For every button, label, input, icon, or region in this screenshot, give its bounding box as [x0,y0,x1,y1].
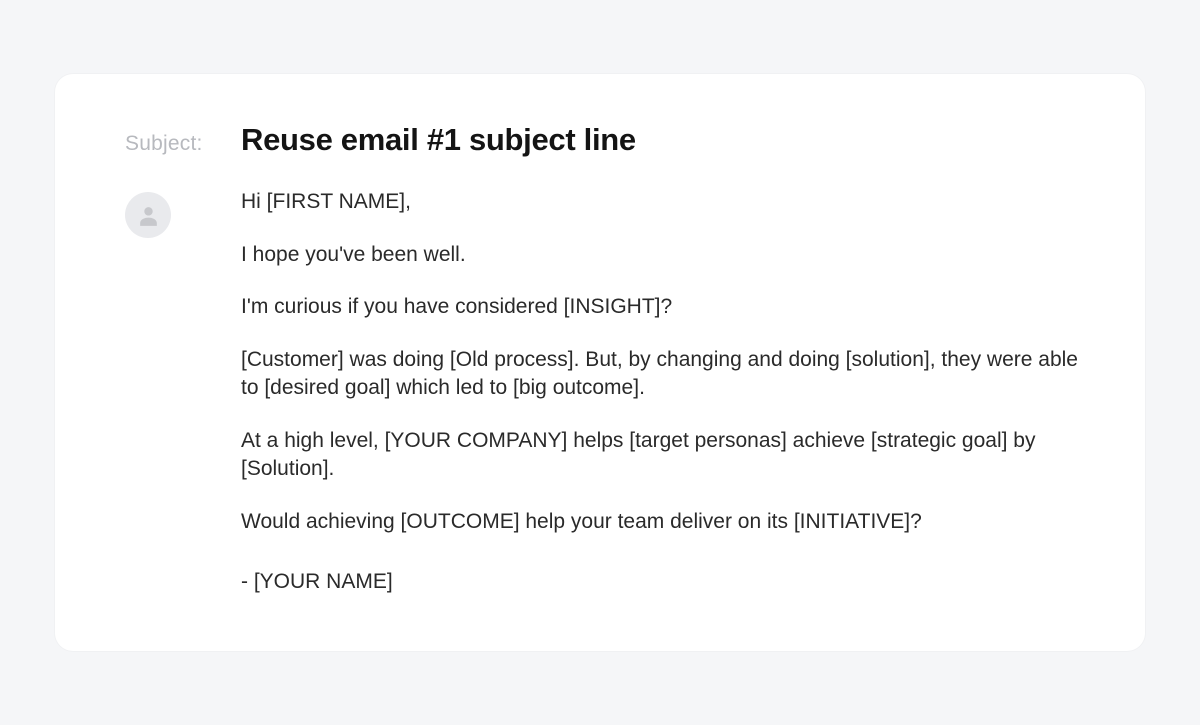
email-body: Hi [FIRST NAME], I hope you've been well… [241,188,1089,597]
body-row: Hi [FIRST NAME], I hope you've been well… [125,188,1089,597]
paragraph-2: I'm curious if you have considered [INSI… [241,293,1089,322]
email-card: Subject: Reuse email #1 subject line Hi … [55,74,1145,651]
greeting: Hi [FIRST NAME], [241,188,1089,217]
paragraph-3: [Customer] was doing [Old process]. But,… [241,346,1089,403]
person-icon [136,203,161,228]
subject-label: Subject: [125,132,215,156]
avatar [125,192,171,238]
signature-gap [241,560,1089,568]
paragraph-4: At a high level, [YOUR COMPANY] helps [t… [241,427,1089,484]
subject-row: Subject: Reuse email #1 subject line [125,122,1089,158]
signature: - [YOUR NAME] [241,568,1089,597]
avatar-column [125,188,225,597]
paragraph-5: Would achieving [OUTCOME] help your team… [241,508,1089,537]
subject-value: Reuse email #1 subject line [241,122,636,158]
paragraph-1: I hope you've been well. [241,241,1089,270]
